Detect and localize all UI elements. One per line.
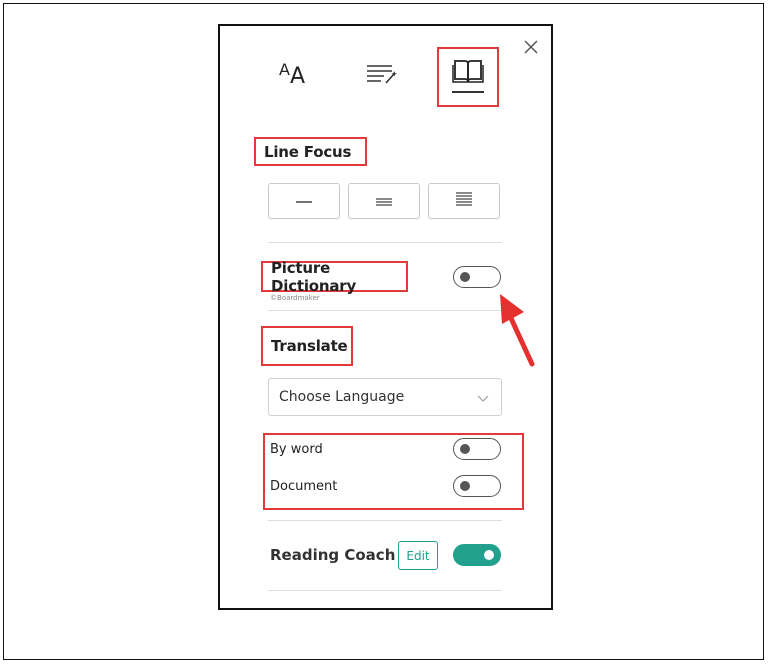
three-lines-icon [374, 192, 394, 211]
close-icon[interactable] [522, 38, 540, 56]
five-lines-icon [454, 191, 474, 211]
by-word-toggle[interactable] [453, 438, 501, 460]
divider [268, 590, 502, 591]
divider [268, 520, 502, 521]
line-focus-one-line-button[interactable] [268, 183, 340, 219]
reading-preferences-tab[interactable] [437, 47, 499, 107]
line-focus-title: Line Focus [254, 137, 367, 166]
reading-coach-edit-button[interactable]: Edit [398, 541, 438, 570]
divider [268, 310, 502, 311]
one-line-icon [294, 192, 314, 211]
grammar-options-icon [364, 61, 398, 91]
text-size-icon: AA [278, 59, 305, 89]
red-arrow-icon [492, 290, 542, 374]
document-toggle[interactable] [453, 475, 501, 497]
line-focus-three-lines-button[interactable] [348, 183, 420, 219]
by-word-label: By word [270, 442, 323, 457]
active-tab-indicator [452, 91, 484, 93]
grammar-options-tab[interactable] [361, 58, 401, 94]
document-label: Document [270, 479, 338, 494]
choose-language-select[interactable]: Choose Language [268, 378, 502, 416]
divider [268, 242, 502, 243]
picture-dictionary-credit: ©Boardmaker [270, 294, 320, 302]
text-preferences-tab[interactable]: AA [272, 58, 312, 94]
chevron-down-icon [477, 391, 489, 407]
book-icon [452, 57, 484, 89]
choose-language-value: Choose Language [279, 389, 405, 405]
picture-dictionary-toggle[interactable] [453, 266, 501, 288]
reading-coach-toggle[interactable] [453, 544, 501, 566]
picture-dictionary-title: Picture Dictionary [261, 259, 408, 295]
translate-title: Translate [261, 326, 353, 366]
reading-coach-label: Reading Coach [270, 546, 396, 564]
line-focus-five-lines-button[interactable] [428, 183, 500, 219]
